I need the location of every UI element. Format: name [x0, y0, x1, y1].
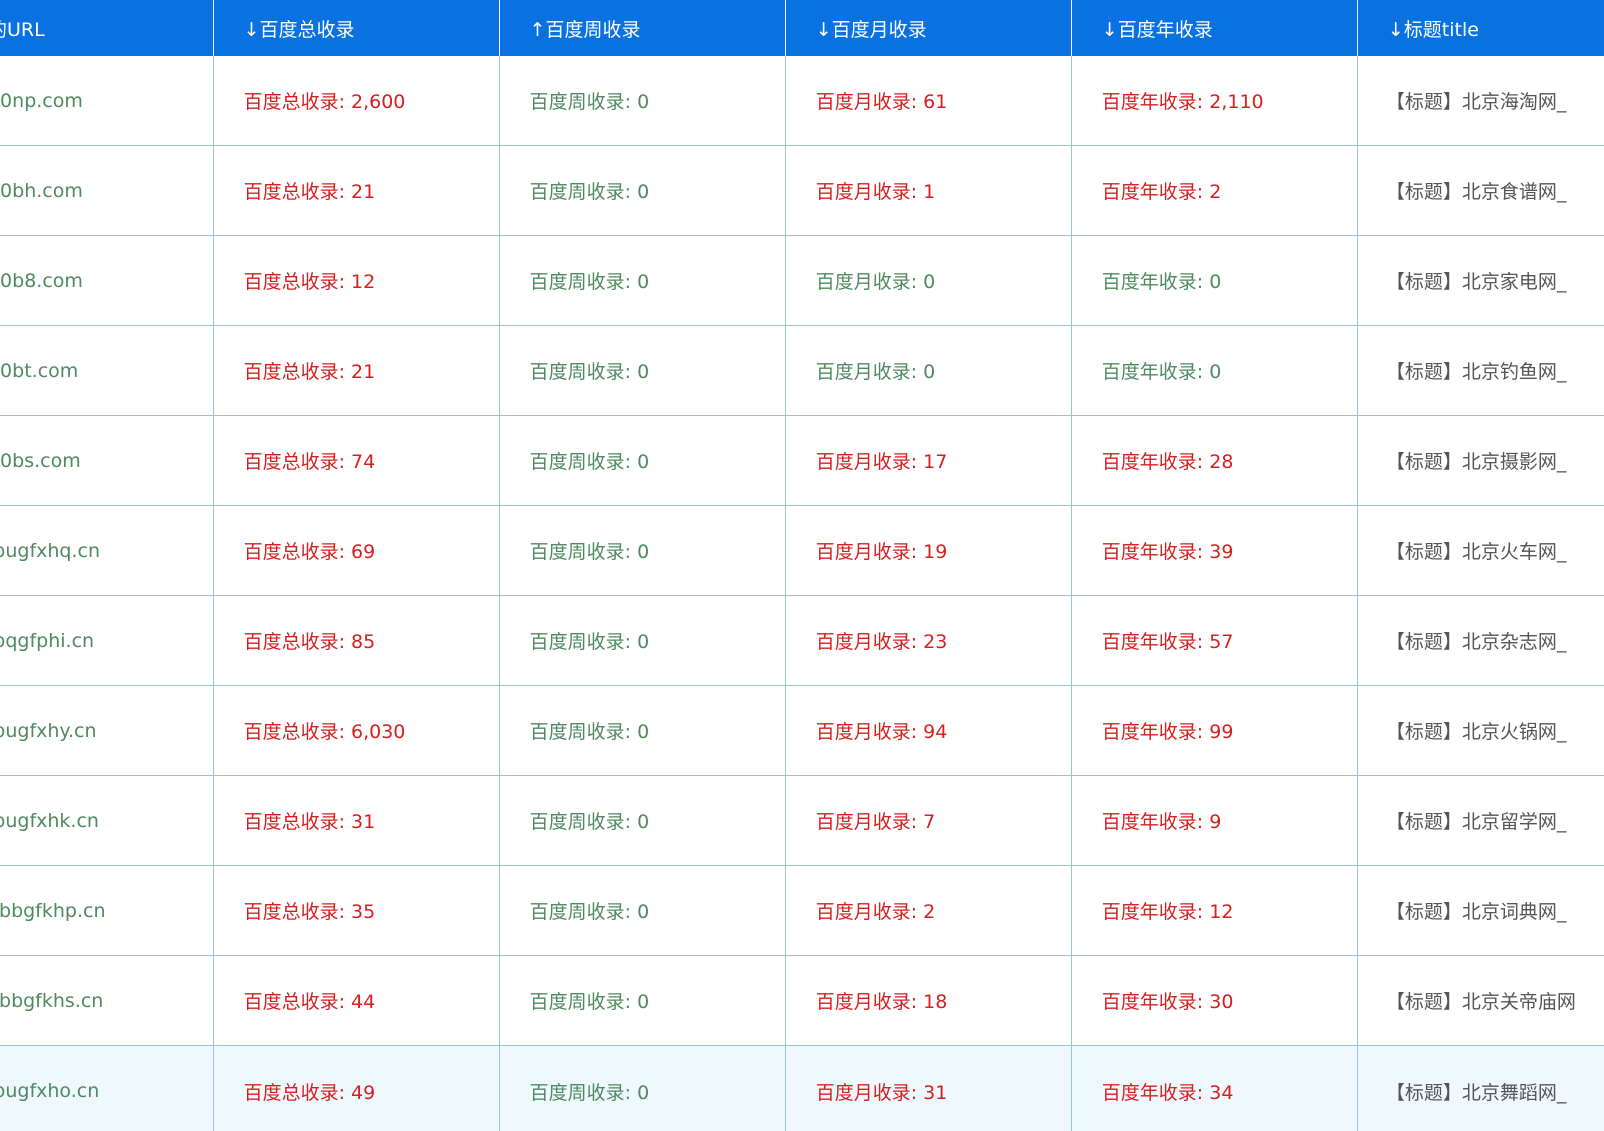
url-cell[interactable]: jbugfxhq.cn: [0, 505, 214, 596]
table-row: q0np.com百度总收录: 2,600百度周收录: 0百度月收录: 61百度年…: [0, 56, 1604, 146]
month-index-cell: 百度月收录: 17: [785, 415, 1072, 506]
title-cell: 【标题】北京留学网_: [1357, 775, 1604, 866]
month-index-cell: 百度月收录: 1: [785, 145, 1072, 236]
url-cell[interactable]: jbqgfphi.cn: [0, 595, 214, 686]
total-index-cell: 百度总收录: 31: [213, 775, 500, 866]
week-index-cell: 百度周收录: 0: [499, 955, 786, 1046]
year-index-cell: 百度年收录: 57: [1071, 595, 1358, 686]
year-index-cell: 百度年收录: 2,110: [1071, 56, 1358, 146]
title-cell: 【标题】北京食谱网_: [1357, 145, 1604, 236]
url-cell[interactable]: q0bt.com: [0, 325, 214, 416]
url-cell[interactable]: q0bh.com: [0, 145, 214, 236]
title-cell: 【标题】北京家电网_: [1357, 235, 1604, 326]
table-row: q0bt.com百度总收录: 21百度周收录: 0百度月收录: 0百度年收录: …: [0, 325, 1604, 416]
col-header-url[interactable]: 的URL: [0, 0, 214, 56]
url-cell[interactable]: kbbgfkhs.cn: [0, 955, 214, 1046]
total-index-cell: 百度总收录: 74: [213, 415, 500, 506]
month-index-cell: 百度月收录: 2: [785, 865, 1072, 956]
total-index-cell: 百度总收录: 2,600: [213, 56, 500, 146]
week-index-cell: 百度周收录: 0: [499, 865, 786, 956]
table-row: kbbgfkhp.cn百度总收录: 35百度周收录: 0百度月收录: 2百度年收…: [0, 865, 1604, 956]
table-row: q0bh.com百度总收录: 21百度周收录: 0百度月收录: 1百度年收录: …: [0, 145, 1604, 236]
year-index-cell: 百度年收录: 99: [1071, 685, 1358, 776]
total-index-cell: 百度总收录: 49: [213, 1045, 500, 1131]
week-index-cell: 百度周收录: 0: [499, 145, 786, 236]
week-index-cell: 百度周收录: 0: [499, 56, 786, 146]
total-index-cell: 百度总收录: 6,030: [213, 685, 500, 776]
month-index-cell: 百度月收录: 23: [785, 595, 1072, 686]
table-row: jbugfxho.cn百度总收录: 49百度周收录: 0百度月收录: 31百度年…: [0, 1045, 1604, 1131]
week-index-cell: 百度周收录: 0: [499, 775, 786, 866]
week-index-cell: 百度周收录: 0: [499, 325, 786, 416]
col-header-total[interactable]: ↓百度总收录: [213, 0, 500, 56]
year-index-cell: 百度年收录: 39: [1071, 505, 1358, 596]
col-header-year[interactable]: ↓百度年收录: [1071, 0, 1358, 56]
month-index-cell: 百度月收录: 0: [785, 325, 1072, 416]
month-index-cell: 百度月收录: 18: [785, 955, 1072, 1046]
results-table-container: 的URL↓百度总收录↑百度周收录↓百度月收录↓百度年收录↓标题title q0n…: [0, 0, 1604, 1131]
table-row: q0bs.com百度总收录: 74百度周收录: 0百度月收录: 17百度年收录:…: [0, 415, 1604, 506]
year-index-cell: 百度年收录: 9: [1071, 775, 1358, 866]
table-row: jbugfxhq.cn百度总收录: 69百度周收录: 0百度月收录: 19百度年…: [0, 505, 1604, 596]
table-header-row: 的URL↓百度总收录↑百度周收录↓百度月收录↓百度年收录↓标题title: [0, 0, 1604, 56]
col-header-month[interactable]: ↓百度月收录: [785, 0, 1072, 56]
col-header-title[interactable]: ↓标题title: [1357, 0, 1604, 56]
year-index-cell: 百度年收录: 28: [1071, 415, 1358, 506]
week-index-cell: 百度周收录: 0: [499, 235, 786, 326]
year-index-cell: 百度年收录: 12: [1071, 865, 1358, 956]
total-index-cell: 百度总收录: 85: [213, 595, 500, 686]
month-index-cell: 百度月收录: 19: [785, 505, 1072, 596]
total-index-cell: 百度总收录: 35: [213, 865, 500, 956]
table-row: jbugfxhy.cn百度总收录: 6,030百度周收录: 0百度月收录: 94…: [0, 685, 1604, 776]
year-index-cell: 百度年收录: 0: [1071, 235, 1358, 326]
table-row: q0b8.com百度总收录: 12百度周收录: 0百度月收录: 0百度年收录: …: [0, 235, 1604, 326]
month-index-cell: 百度月收录: 94: [785, 685, 1072, 776]
year-index-cell: 百度年收录: 34: [1071, 1045, 1358, 1131]
title-cell: 【标题】北京火车网_: [1357, 505, 1604, 596]
month-index-cell: 百度月收录: 31: [785, 1045, 1072, 1131]
title-cell: 【标题】北京舞蹈网_: [1357, 1045, 1604, 1131]
week-index-cell: 百度周收录: 0: [499, 415, 786, 506]
week-index-cell: 百度周收录: 0: [499, 1045, 786, 1131]
year-index-cell: 百度年收录: 0: [1071, 325, 1358, 416]
title-cell: 【标题】北京海淘网_: [1357, 56, 1604, 146]
table-row: jbugfxhk.cn百度总收录: 31百度周收录: 0百度月收录: 7百度年收…: [0, 775, 1604, 866]
week-index-cell: 百度周收录: 0: [499, 595, 786, 686]
url-cell[interactable]: q0bs.com: [0, 415, 214, 506]
month-index-cell: 百度月收录: 61: [785, 56, 1072, 146]
col-header-week[interactable]: ↑百度周收录: [499, 0, 786, 56]
url-cell[interactable]: kbbgfkhp.cn: [0, 865, 214, 956]
month-index-cell: 百度月收录: 0: [785, 235, 1072, 326]
week-index-cell: 百度周收录: 0: [499, 685, 786, 776]
table-row: kbbgfkhs.cn百度总收录: 44百度周收录: 0百度月收录: 18百度年…: [0, 955, 1604, 1046]
total-index-cell: 百度总收录: 12: [213, 235, 500, 326]
total-index-cell: 百度总收录: 21: [213, 145, 500, 236]
table-header: 的URL↓百度总收录↑百度周收录↓百度月收录↓百度年收录↓标题title: [0, 0, 1604, 56]
url-cell[interactable]: q0b8.com: [0, 235, 214, 326]
title-cell: 【标题】北京杂志网_: [1357, 595, 1604, 686]
table-row: jbqgfphi.cn百度总收录: 85百度周收录: 0百度月收录: 23百度年…: [0, 595, 1604, 686]
url-cell[interactable]: q0np.com: [0, 56, 214, 146]
title-cell: 【标题】北京钓鱼网_: [1357, 325, 1604, 416]
title-cell: 【标题】北京火锅网_: [1357, 685, 1604, 776]
results-table: 的URL↓百度总收录↑百度周收录↓百度月收录↓百度年收录↓标题title q0n…: [0, 0, 1604, 1131]
total-index-cell: 百度总收录: 69: [213, 505, 500, 596]
year-index-cell: 百度年收录: 2: [1071, 145, 1358, 236]
month-index-cell: 百度月收录: 7: [785, 775, 1072, 866]
week-index-cell: 百度周收录: 0: [499, 505, 786, 596]
total-index-cell: 百度总收录: 44: [213, 955, 500, 1046]
url-cell[interactable]: jbugfxhy.cn: [0, 685, 214, 776]
title-cell: 【标题】北京关帝庙网: [1357, 955, 1604, 1046]
url-cell[interactable]: jbugfxho.cn: [0, 1045, 214, 1131]
total-index-cell: 百度总收录: 21: [213, 325, 500, 416]
url-cell[interactable]: jbugfxhk.cn: [0, 775, 214, 866]
title-cell: 【标题】北京摄影网_: [1357, 415, 1604, 506]
title-cell: 【标题】北京词典网_: [1357, 865, 1604, 956]
table-body: q0np.com百度总收录: 2,600百度周收录: 0百度月收录: 61百度年…: [0, 56, 1604, 1131]
year-index-cell: 百度年收录: 30: [1071, 955, 1358, 1046]
